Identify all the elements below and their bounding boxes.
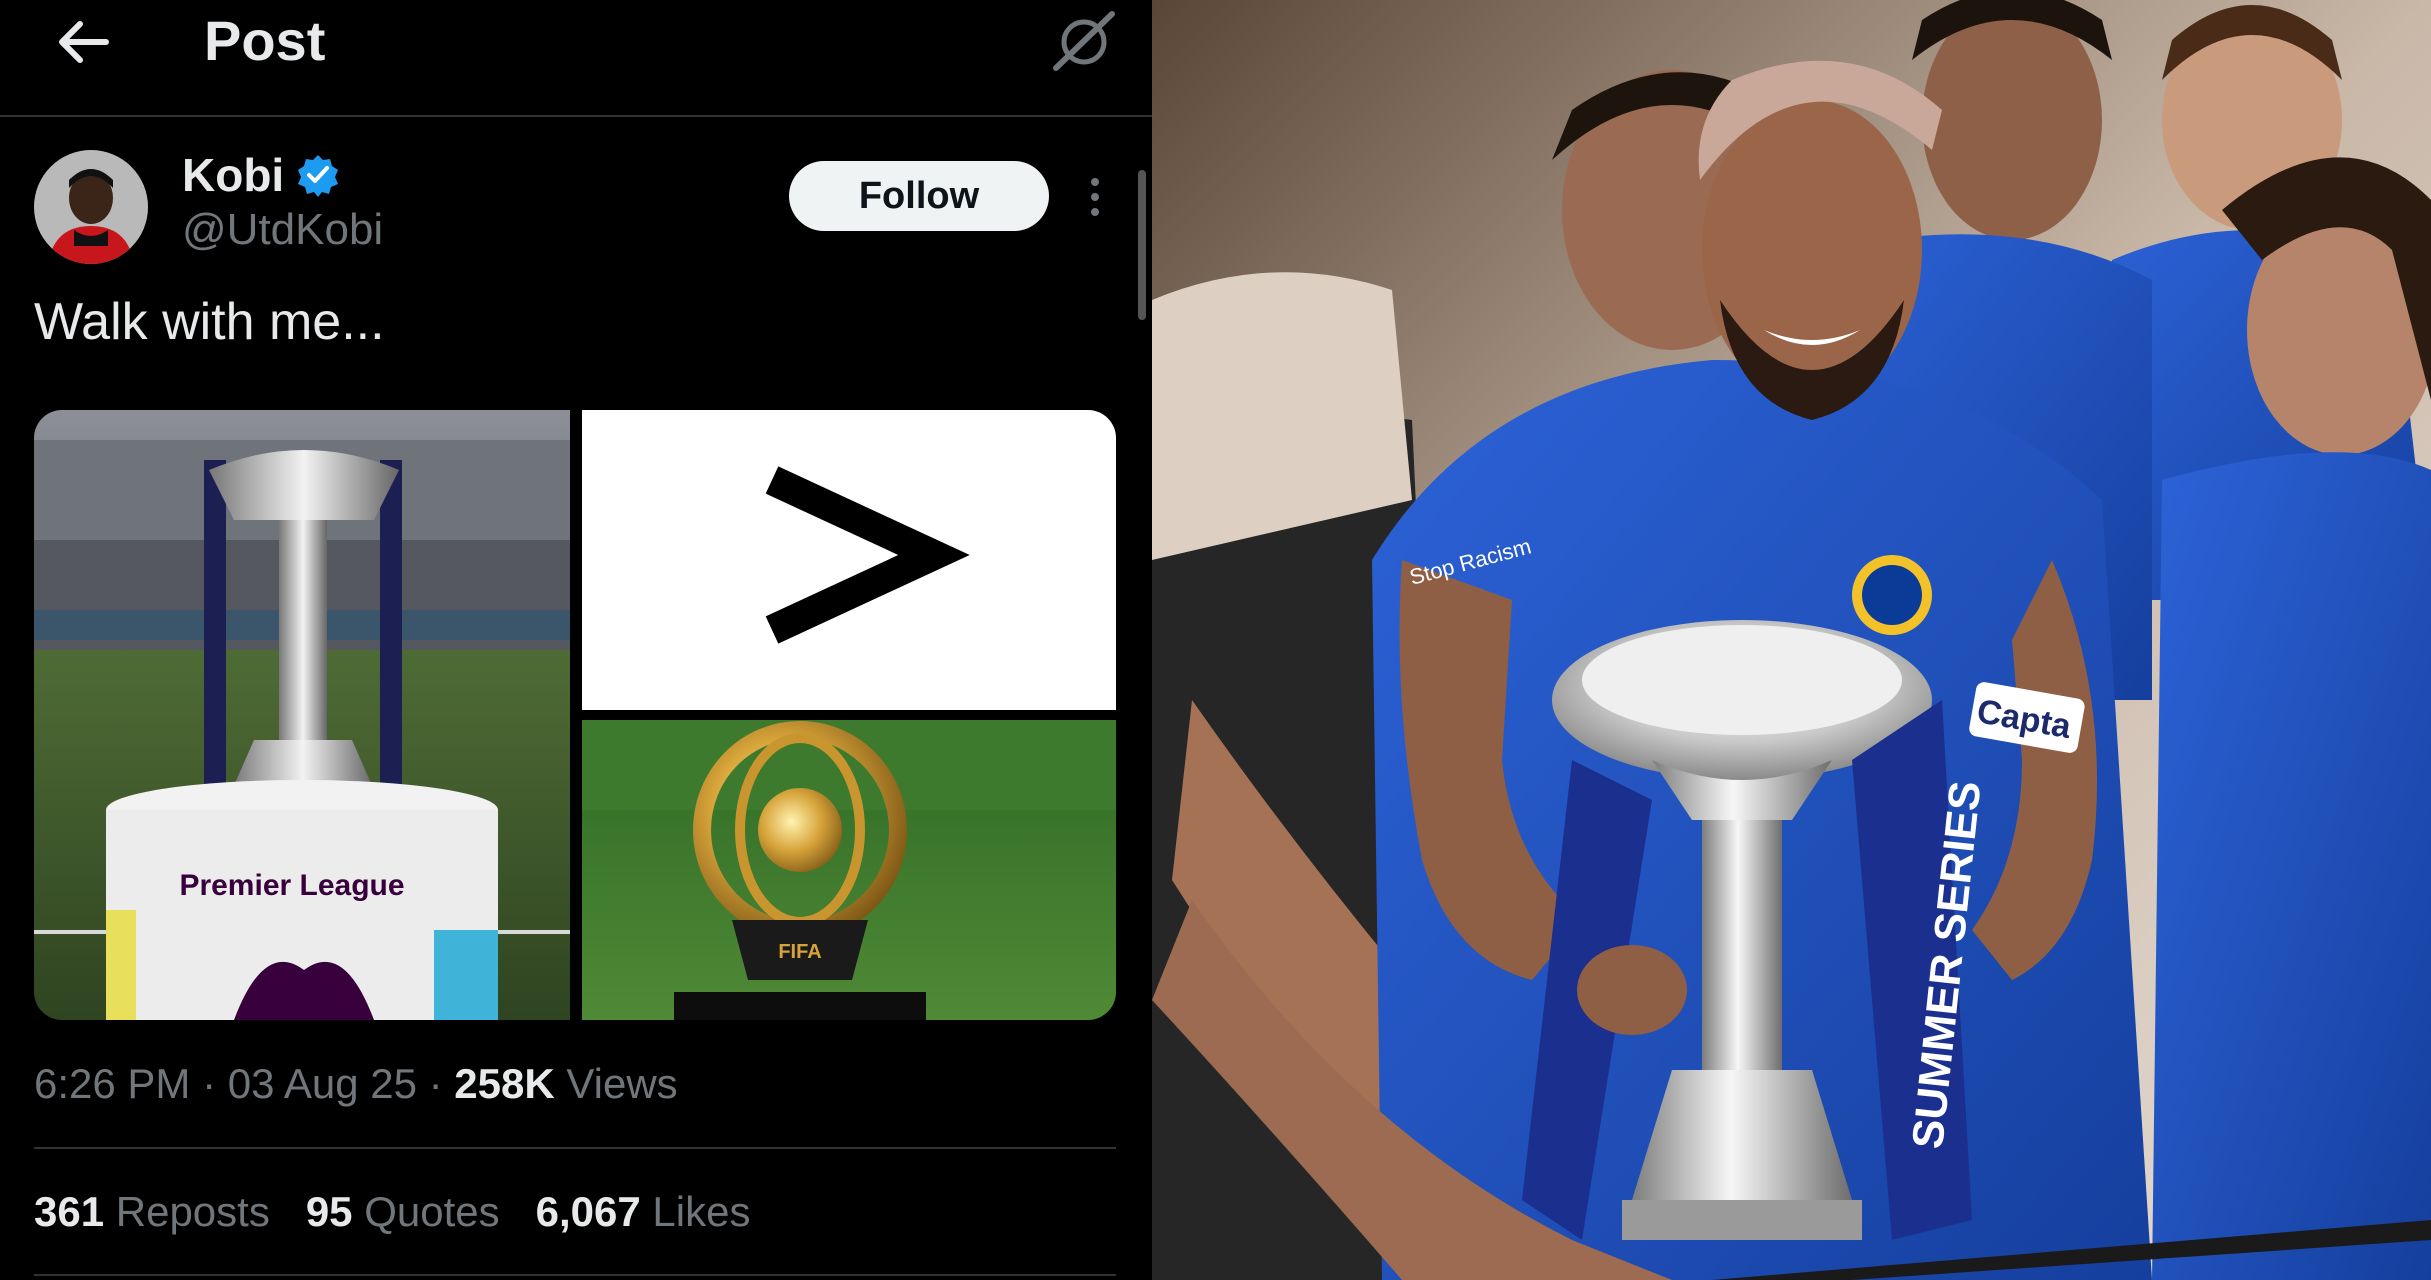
divider [34, 1147, 1116, 1149]
author-name-row: Kobi [182, 148, 340, 202]
media-gold-trophy[interactable]: FIFA [582, 720, 1116, 1020]
page-title: Post [204, 9, 326, 72]
divider [34, 1274, 1116, 1276]
media-trophy-stadium[interactable]: Premier League [34, 410, 570, 1020]
verified-badge-icon [298, 155, 339, 197]
stand-label: Premier League [179, 869, 404, 902]
post-metadata: 6:26 PM · 03 Aug 25 · 258K Views [34, 1060, 678, 1108]
media-comparison-symbol[interactable] [582, 410, 1116, 710]
post-panel: Post Kobi @UtdKobi Follow Walk with me..… [0, 0, 1152, 1280]
more-options-icon[interactable] [1080, 172, 1110, 222]
post-date: 03 Aug 25 [227, 1060, 417, 1107]
quotes-label: Quotes [364, 1188, 500, 1235]
meta-separator: · [428, 1060, 443, 1107]
top-bar: Post [0, 0, 1152, 117]
engagement-stats: 361 Reposts 95 Quotes 6,067 Likes [34, 1188, 750, 1236]
author-name[interactable]: Kobi [182, 148, 284, 202]
likes-stat[interactable]: 6,067 Likes [536, 1188, 751, 1236]
author-handle[interactable]: @UtdKobi [182, 205, 383, 255]
quotes-count: 95 [305, 1188, 353, 1235]
reposts-label: Reposts [115, 1188, 270, 1235]
quotes-stat[interactable]: 95 Quotes [306, 1188, 500, 1236]
grok-icon[interactable] [1050, 6, 1120, 76]
likes-count: 6,067 [535, 1188, 641, 1235]
reposts-stat[interactable]: 361 Reposts [34, 1188, 270, 1236]
fifa-base-label: FIFA [778, 941, 821, 963]
media-grid: Premier League FIFA [34, 410, 1116, 1020]
follow-button[interactable]: Follow [789, 161, 1049, 231]
reposts-count: 361 [34, 1188, 105, 1235]
tweet-text: Walk with me... [34, 293, 385, 351]
views-count: 258K [454, 1060, 555, 1107]
post-time: 6:26 PM [34, 1060, 191, 1107]
back-arrow-icon[interactable] [52, 12, 112, 72]
likes-label: Likes [652, 1188, 751, 1235]
celebration-photo: Capta Stop Racism SUMMER SERIES [1152, 0, 2431, 1280]
meta-separator: · [202, 1060, 217, 1107]
scrollbar[interactable] [1138, 170, 1146, 320]
avatar[interactable] [34, 150, 148, 264]
views-label: Views [566, 1060, 678, 1107]
